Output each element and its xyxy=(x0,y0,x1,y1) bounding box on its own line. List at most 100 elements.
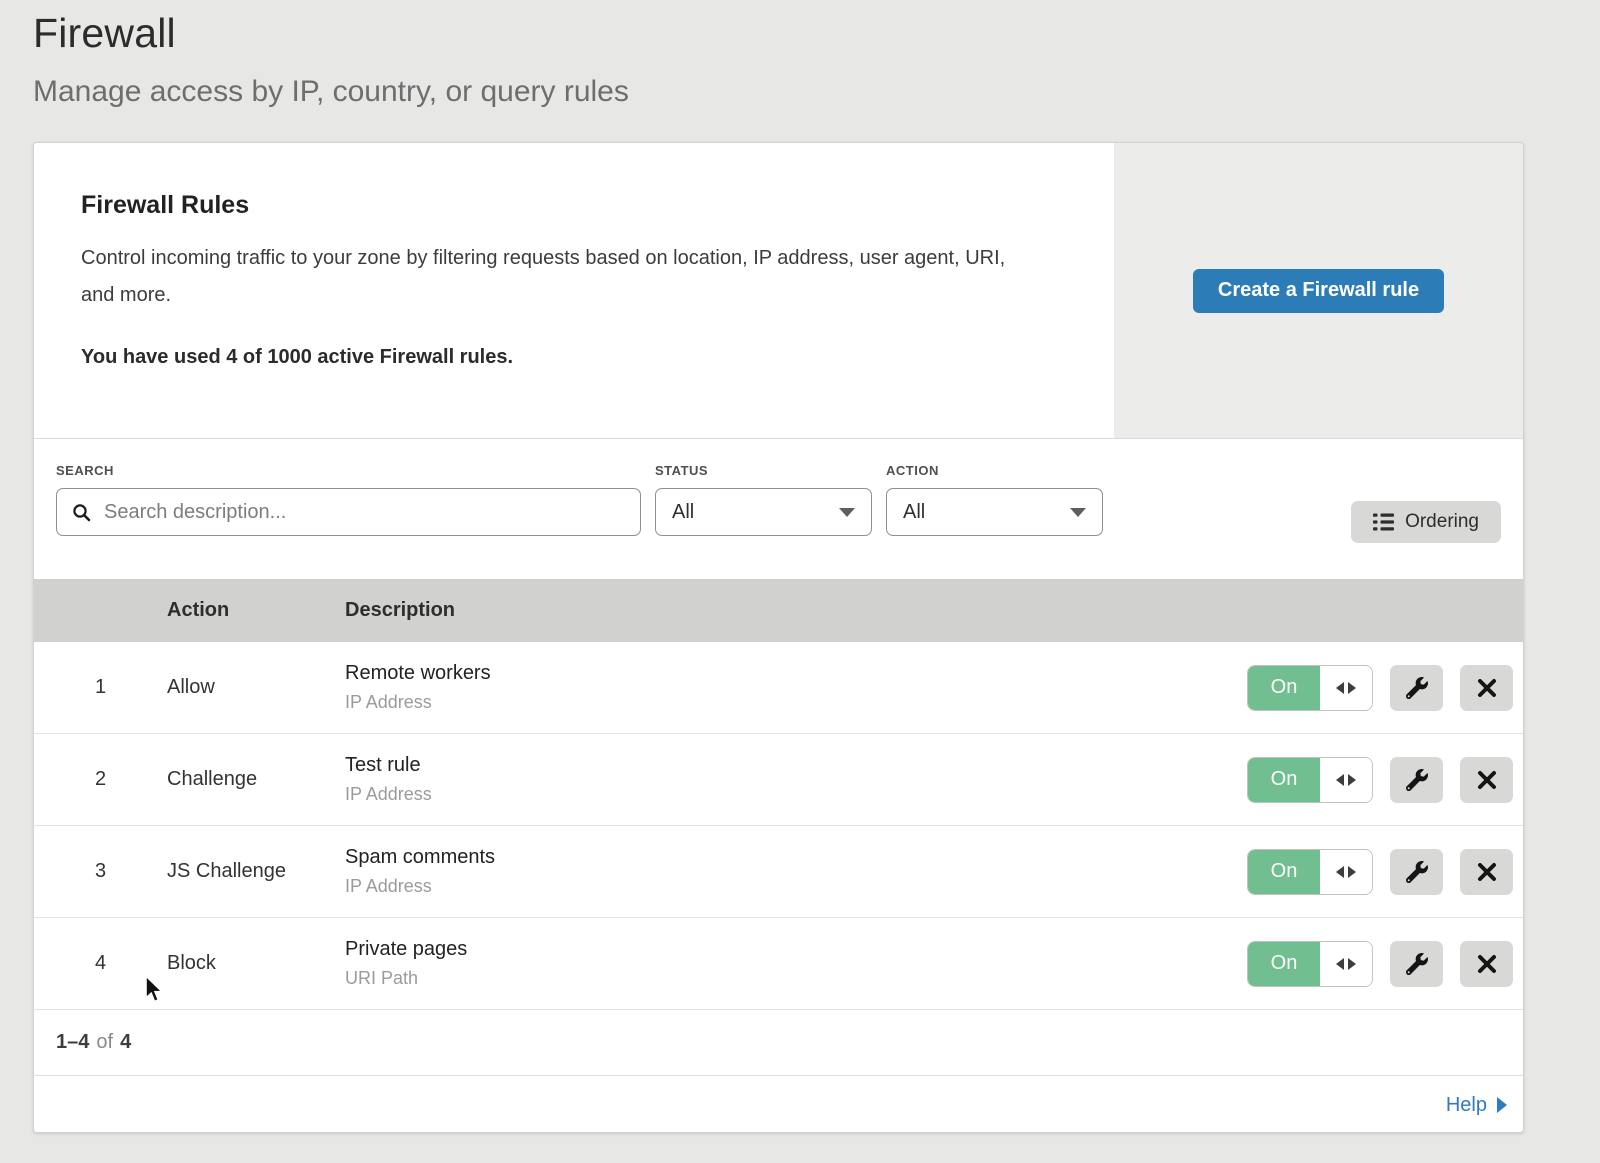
close-icon xyxy=(1477,862,1497,882)
arrow-right-icon xyxy=(1348,958,1356,970)
arrow-right-icon xyxy=(1348,866,1356,878)
rule-enabled-toggle[interactable]: On xyxy=(1247,757,1373,803)
arrow-left-icon xyxy=(1336,682,1344,694)
wrench-icon xyxy=(1406,861,1428,883)
arrow-right-icon xyxy=(1348,774,1356,786)
table-header: Action Description xyxy=(34,579,1523,642)
arrow-right-icon xyxy=(1348,682,1356,694)
action-filter-group: ACTION All xyxy=(886,439,1103,579)
section-heading: Firewall Rules xyxy=(81,191,1054,220)
search-input[interactable] xyxy=(102,500,625,525)
action-label: ACTION xyxy=(886,463,1103,478)
configure-rule-button[interactable] xyxy=(1390,849,1443,895)
rule-match-type: IP Address xyxy=(345,784,1247,805)
action-select[interactable]: All xyxy=(886,488,1103,536)
rule-action: JS Challenge xyxy=(167,860,345,883)
arrow-left-icon xyxy=(1336,774,1344,786)
card-header-side-panel: Create a Firewall rule xyxy=(1114,143,1523,438)
delete-rule-button[interactable] xyxy=(1460,757,1513,803)
rule-action: Allow xyxy=(167,676,345,699)
toggle-handle[interactable] xyxy=(1320,666,1372,710)
rule-description-cell: Private pages URI Path xyxy=(345,938,1247,989)
status-select-value: All xyxy=(672,501,694,524)
rule-controls: On xyxy=(1247,757,1523,803)
rule-controls: On xyxy=(1247,665,1523,711)
search-filter-group: SEARCH xyxy=(56,439,641,579)
arrow-left-icon xyxy=(1336,866,1344,878)
toggle-handle[interactable] xyxy=(1320,850,1372,894)
configure-rule-button[interactable] xyxy=(1390,757,1443,803)
rule-description-cell: Remote workers IP Address xyxy=(345,662,1247,713)
table-row: 4 Block Private pages URI Path On xyxy=(34,918,1523,1010)
right-triangle-icon xyxy=(1497,1097,1507,1113)
rule-description: Test rule xyxy=(345,754,1247,777)
delete-rule-button[interactable] xyxy=(1460,941,1513,987)
firewall-rules-card: Firewall Rules Control incoming traffic … xyxy=(33,142,1524,1133)
list-icon xyxy=(1373,513,1394,531)
delete-rule-button[interactable] xyxy=(1460,849,1513,895)
table-row: 1 Allow Remote workers IP Address On xyxy=(34,642,1523,734)
rule-priority: 1 xyxy=(34,676,167,699)
ordering-button[interactable]: Ordering xyxy=(1351,501,1501,543)
table-row: 2 Challenge Test rule IP Address On xyxy=(34,734,1523,826)
ordering-button-label: Ordering xyxy=(1405,511,1479,533)
delete-rule-button[interactable] xyxy=(1460,665,1513,711)
toggle-on-label: On xyxy=(1248,758,1320,802)
card-header-text: Firewall Rules Control incoming traffic … xyxy=(34,143,1114,438)
pagination-range: 1–4 xyxy=(56,1031,89,1054)
toggle-on-label: On xyxy=(1248,942,1320,986)
help-link[interactable]: Help xyxy=(1446,1094,1507,1117)
rule-priority: 2 xyxy=(34,768,167,791)
rule-description-cell: Spam comments IP Address xyxy=(345,846,1247,897)
rule-description-cell: Test rule IP Address xyxy=(345,754,1247,805)
toggle-handle[interactable] xyxy=(1320,758,1372,802)
configure-rule-button[interactable] xyxy=(1390,665,1443,711)
close-icon xyxy=(1477,770,1497,790)
rule-priority: 3 xyxy=(34,860,167,883)
rule-description: Spam comments xyxy=(345,846,1247,869)
toggle-handle[interactable] xyxy=(1320,942,1372,986)
configure-rule-button[interactable] xyxy=(1390,941,1443,987)
rule-description: Remote workers xyxy=(345,662,1247,685)
page-header: Firewall Manage access by IP, country, o… xyxy=(0,0,1600,109)
pagination-total: 4 xyxy=(120,1031,131,1054)
wrench-icon xyxy=(1406,953,1428,975)
help-link-label: Help xyxy=(1446,1094,1487,1117)
rule-enabled-toggle[interactable]: On xyxy=(1247,849,1373,895)
status-select[interactable]: All xyxy=(655,488,872,536)
pagination-of: of xyxy=(96,1031,113,1054)
card-footer: Help xyxy=(34,1076,1523,1133)
pagination-bar: 1–4 of 4 xyxy=(34,1010,1523,1076)
search-label: SEARCH xyxy=(56,463,641,478)
close-icon xyxy=(1477,954,1497,974)
rule-priority: 4 xyxy=(34,952,167,975)
rule-enabled-toggle[interactable]: On xyxy=(1247,941,1373,987)
toggle-on-label: On xyxy=(1248,666,1320,710)
rule-match-type: IP Address xyxy=(345,876,1247,897)
toggle-on-label: On xyxy=(1248,850,1320,894)
rule-match-type: IP Address xyxy=(345,692,1247,713)
page-subtitle: Manage access by IP, country, or query r… xyxy=(33,75,1600,109)
arrow-left-icon xyxy=(1336,958,1344,970)
wrench-icon xyxy=(1406,769,1428,791)
chevron-down-icon xyxy=(839,508,855,517)
close-icon xyxy=(1477,678,1497,698)
section-description: Control incoming traffic to your zone by… xyxy=(81,240,1031,314)
rule-enabled-toggle[interactable]: On xyxy=(1247,665,1373,711)
rule-description: Private pages xyxy=(345,938,1247,961)
search-icon xyxy=(72,503,91,522)
chevron-down-icon xyxy=(1070,508,1086,517)
status-filter-group: STATUS All xyxy=(655,439,872,579)
status-label: STATUS xyxy=(655,463,872,478)
card-header: Firewall Rules Control incoming traffic … xyxy=(34,143,1523,439)
rule-match-type: URI Path xyxy=(345,968,1247,989)
rule-action: Block xyxy=(167,952,345,975)
filter-bar: SEARCH STATUS All ACTION All xyxy=(34,439,1523,579)
create-firewall-rule-button[interactable]: Create a Firewall rule xyxy=(1193,269,1444,313)
column-description: Description xyxy=(345,599,1523,622)
page-title: Firewall xyxy=(33,8,1600,58)
rule-controls: On xyxy=(1247,849,1523,895)
rule-action: Challenge xyxy=(167,768,345,791)
search-box[interactable] xyxy=(56,488,641,536)
usage-summary: You have used 4 of 1000 active Firewall … xyxy=(81,346,1054,369)
